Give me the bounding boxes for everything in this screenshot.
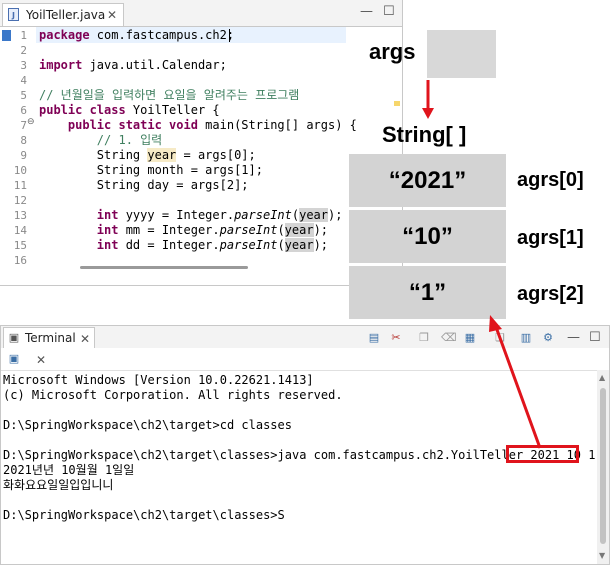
editor-tab-label: YoilTeller.java [26, 8, 106, 22]
minimize-icon[interactable]: — [567, 331, 580, 344]
close-icon[interactable]: ✕ [36, 354, 46, 366]
java-file-icon: J [8, 8, 19, 21]
scroll-down-icon[interactable]: ▼ [599, 552, 605, 560]
minimize-icon[interactable]: — [360, 5, 373, 18]
array-cell-2: “1” [349, 266, 506, 319]
line-number: 6 [20, 104, 27, 117]
scroll-up-icon[interactable]: ▲ [599, 374, 605, 382]
terminal-line: 2021년년 10월월 1일일 [3, 463, 135, 477]
line-number: 11 [13, 179, 27, 192]
reference-arrow-icon [422, 80, 434, 119]
code-text[interactable]: // 1. 입력 [39, 133, 162, 148]
array-cell-0: “2021” [349, 154, 506, 207]
line-number: 4 [20, 74, 27, 87]
scroll-lock-icon[interactable]: ▦ [463, 332, 477, 344]
terminal-line: Microsoft Windows [Version 10.0.22621.14… [3, 373, 314, 387]
disconnect-icon[interactable]: ✂ [389, 332, 403, 344]
args-reference-box [427, 30, 496, 78]
code-text[interactable]: public static void main(String[] args) { [39, 118, 357, 133]
occurrence-marker [394, 101, 400, 106]
close-icon[interactable]: ✕ [107, 9, 117, 21]
args-label: args [369, 39, 416, 64]
editor-tab-yoilteller[interactable]: J YoilTeller.java ✕ [2, 3, 124, 26]
line-number: 15 [13, 239, 27, 252]
editor-tab-bar: J YoilTeller.java ✕ — ☐ [0, 0, 402, 27]
terminal-line: (c) Microsoft Corporation. All rights re… [3, 388, 343, 402]
scrollbar-thumb[interactable] [600, 388, 606, 544]
line-number: 7 [20, 119, 27, 132]
open-terminal-icon[interactable]: ▤ [367, 332, 381, 344]
terminal-line: D:\SpringWorkspace\ch2\target>cd classes [3, 418, 292, 432]
array-index-label-0: agrs[0] [517, 169, 584, 191]
close-icon[interactable]: ✕ [80, 333, 90, 345]
line-number: 12 [13, 194, 27, 207]
vertical-scrollbar[interactable]: ▲ ▼ [597, 370, 609, 564]
code-text[interactable]: int yyyy = Integer.parseInt(year); [39, 208, 342, 223]
line-number: 13 [13, 209, 27, 222]
fold-collapse-icon[interactable]: ⊖ [27, 118, 35, 127]
terminal-tab[interactable]: ▣ Terminal ✕ [3, 327, 95, 348]
line-number: 2 [20, 44, 27, 57]
terminal-line: D:\SpringWorkspace\ch2\target\classes>S [3, 508, 285, 522]
line-number: 5 [20, 89, 27, 102]
horizontal-scrollbar[interactable] [80, 266, 248, 269]
code-text[interactable]: int mm = Integer.parseInt(year); [39, 223, 328, 238]
code-text[interactable]: String day = args[2]; [39, 178, 249, 193]
maximize-icon[interactable]: ☐ [383, 5, 395, 18]
line-number: 1 [20, 29, 27, 42]
code-text[interactable]: String month = args[1]; [39, 163, 263, 178]
string-array-label: String[ ] [382, 122, 467, 147]
line-number: 10 [13, 164, 27, 177]
callout-arrow-icon [489, 315, 542, 449]
array-index-label-2: agrs[2] [517, 283, 584, 305]
code-text[interactable]: // 년월일을 입력하면 요일을 알려주는 프로그램 [39, 88, 299, 103]
code-text[interactable]: public class YoilTeller { [39, 103, 220, 118]
array-cell-1: “10” [349, 210, 506, 263]
line-number: 9 [20, 149, 27, 162]
copy-icon[interactable]: ❐ [417, 332, 431, 344]
maximize-icon[interactable]: ☐ [589, 331, 601, 344]
line-number: 16 [13, 254, 27, 267]
terminal-tab-label: Terminal [25, 331, 76, 345]
array-index-label-1: agrs[1] [517, 227, 584, 249]
line-number: 14 [13, 224, 27, 237]
code-text[interactable]: import java.util.Calendar; [39, 58, 227, 73]
code-text[interactable]: package com.fastcampus.ch2; [39, 28, 234, 43]
code-editor[interactable]: J YoilTeller.java ✕ — ☐ 1 package com.fas… [0, 0, 403, 286]
terminal-console-icon[interactable]: ▣ [7, 353, 21, 365]
code-text[interactable]: String year = args[0]; [39, 148, 256, 163]
terminal-icon: ▣ [8, 331, 20, 344]
code-text[interactable]: int dd = Integer.parseInt(year); [39, 238, 328, 253]
line-number: 8 [20, 134, 27, 147]
clear-icon[interactable]: ⌫ [441, 332, 457, 344]
line-number: 3 [20, 59, 27, 72]
terminal-line: 화화요요일일입입니니 [3, 478, 114, 492]
